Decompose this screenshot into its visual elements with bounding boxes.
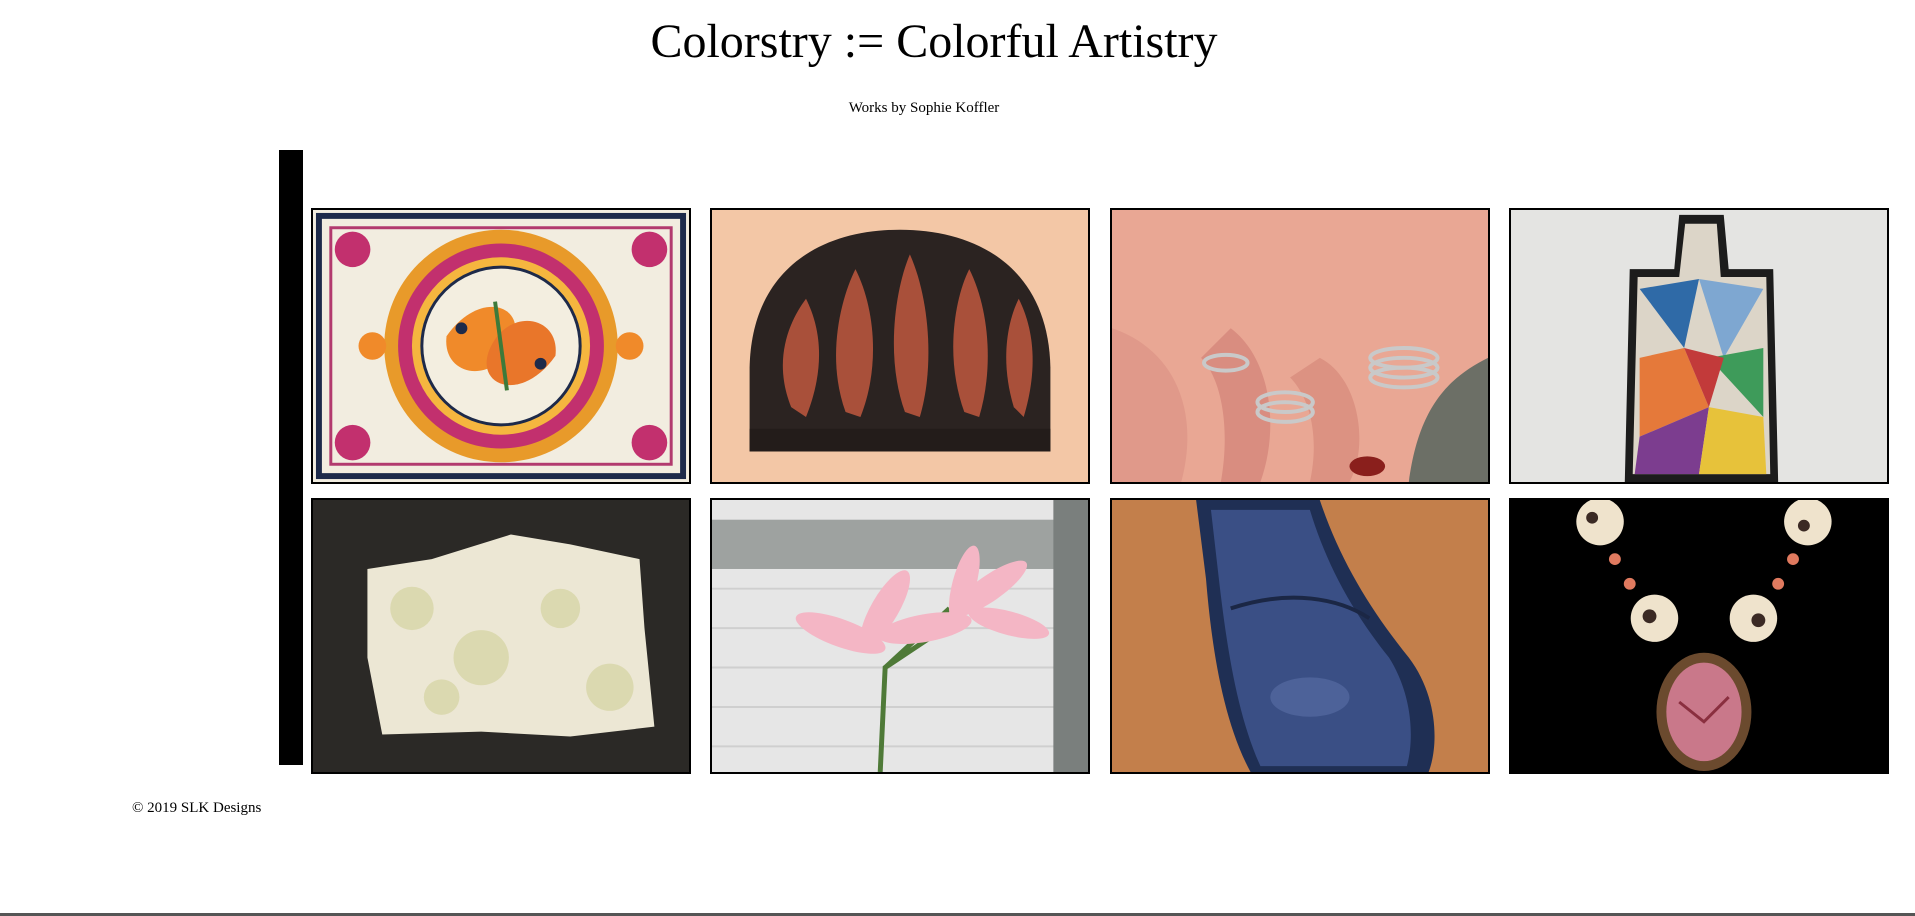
beaded-necklace-icon [1511, 500, 1887, 772]
gallery-item-knit-hat[interactable] [710, 208, 1090, 484]
gallery-item-rings[interactable] [1110, 208, 1490, 484]
handmade-paper-icon [313, 500, 689, 772]
gallery-item-lily[interactable] [710, 498, 1090, 774]
site-title: Colorstry := Colorful Artistry [650, 15, 1218, 68]
gallery-item-necklace[interactable] [1509, 498, 1889, 774]
gallery-item-ceramic-dish[interactable] [1110, 498, 1490, 774]
site-subtitle: Works by Sophie Koffler [848, 100, 1000, 116]
mandala-coloring-icon [313, 210, 689, 482]
footer-copyright: © 2019 SLK Designs [132, 800, 262, 816]
blue-ceramic-dish-icon [1112, 500, 1488, 772]
mosaic-board-icon [1511, 210, 1887, 482]
gallery-item-mandala[interactable] [311, 208, 691, 484]
lily-flower-icon [712, 500, 1088, 772]
side-bar-divider [279, 150, 303, 765]
knit-hat-icon [712, 210, 1088, 482]
gallery-item-handmade-paper[interactable] [311, 498, 691, 774]
rings-hand-icon [1112, 210, 1488, 482]
gallery-item-mosaic[interactable] [1509, 208, 1889, 484]
